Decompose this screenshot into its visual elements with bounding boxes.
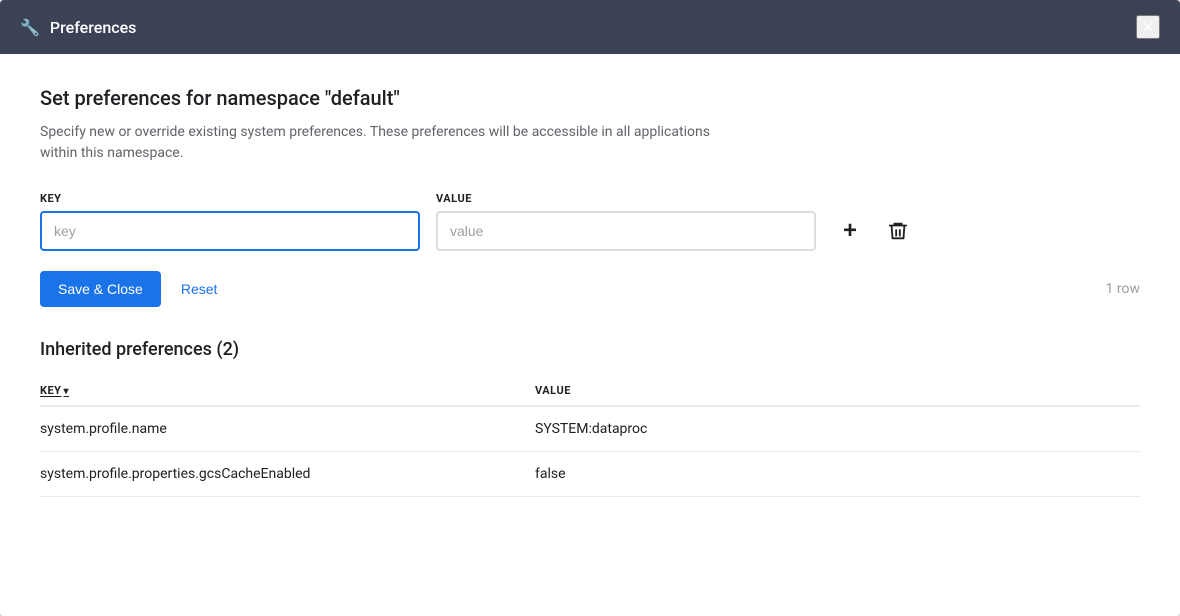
value-column-header: VALUE	[535, 376, 1140, 406]
key-column-label: KEY	[40, 384, 62, 397]
table-header-row: KEY▾ VALUE	[40, 376, 1140, 406]
inherited-title: Inherited preferences (2)	[40, 339, 1140, 360]
sort-arrow-icon: ▾	[64, 386, 70, 397]
action-row: Save & Close Reset 1 row	[40, 271, 1140, 307]
delete-row-button[interactable]	[880, 213, 916, 249]
action-row-left: Save & Close Reset	[40, 271, 221, 307]
key-input[interactable]	[40, 211, 420, 251]
table-cell-value: false	[535, 452, 1140, 497]
wrench-icon: 🔧	[20, 18, 40, 37]
value-field-group: VALUE	[436, 192, 816, 251]
table-cell-value: SYSTEM:dataproc	[535, 406, 1140, 452]
section-title: Set preferences for namespace "default"	[40, 86, 1140, 110]
header-left: 🔧 Preferences	[20, 18, 136, 37]
add-row-button[interactable]: +	[832, 213, 868, 249]
reset-button[interactable]: Reset	[177, 273, 222, 305]
icon-buttons: +	[832, 213, 916, 249]
modal-header: 🔧 Preferences ✕	[0, 0, 1180, 54]
save-close-button[interactable]: Save & Close	[40, 271, 161, 307]
modal-title: Preferences	[50, 18, 136, 37]
form-row: KEY VALUE +	[40, 192, 1140, 251]
preferences-modal: 🔧 Preferences ✕ Set preferences for name…	[0, 0, 1180, 616]
modal-body: Set preferences for namespace "default" …	[0, 54, 1180, 616]
trash-icon	[887, 220, 909, 242]
value-label: VALUE	[436, 192, 816, 205]
inherited-table: KEY▾ VALUE system.profile.nameSYSTEM:dat…	[40, 376, 1140, 497]
value-input[interactable]	[436, 211, 816, 251]
close-button[interactable]: ✕	[1136, 15, 1160, 39]
inherited-preferences-section: Inherited preferences (2) KEY▾ VALUE sys…	[40, 339, 1140, 497]
table-cell-key: system.profile.name	[40, 406, 535, 452]
key-label: KEY	[40, 192, 420, 205]
row-count: 1 row	[1106, 281, 1140, 297]
table-row: system.profile.properties.gcsCacheEnable…	[40, 452, 1140, 497]
table-cell-key: system.profile.properties.gcsCacheEnable…	[40, 452, 535, 497]
key-field-group: KEY	[40, 192, 420, 251]
key-column-header[interactable]: KEY▾	[40, 376, 535, 406]
table-row: system.profile.nameSYSTEM:dataproc	[40, 406, 1140, 452]
section-description: Specify new or override existing system …	[40, 122, 740, 164]
